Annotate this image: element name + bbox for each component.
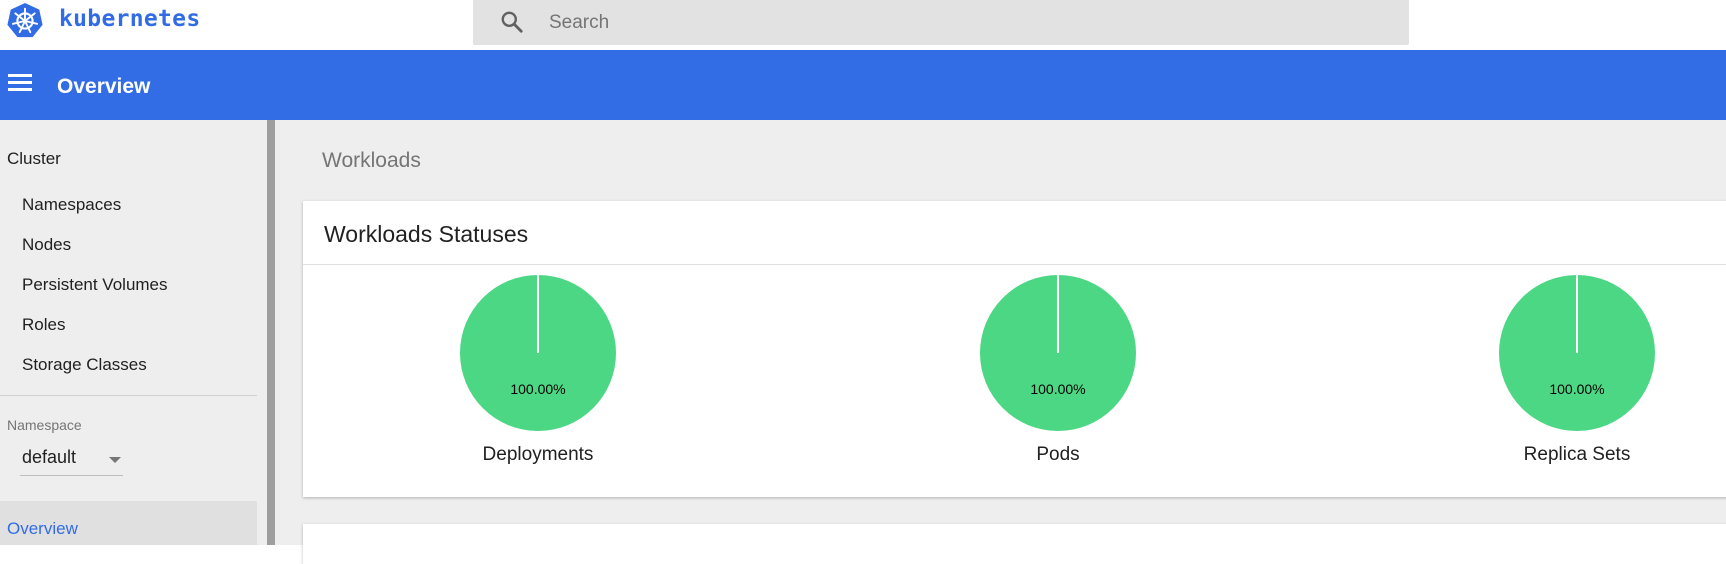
sidebar-item-nodes[interactable]: Nodes: [22, 235, 71, 255]
page-title: Overview: [57, 75, 151, 98]
deployments-pie-svg: [460, 275, 616, 431]
replica-sets-pie-svg: [1499, 275, 1655, 431]
hamburger-menu-icon[interactable]: [8, 74, 32, 92]
page-toolbar: Overview: [0, 50, 1726, 120]
sidebar-item-namespaces[interactable]: Namespaces: [22, 195, 121, 215]
workloads-section-title: Workloads: [322, 149, 421, 172]
sidebar-item-roles[interactable]: Roles: [22, 315, 65, 335]
search-input[interactable]: [549, 0, 1369, 45]
sidebar: Cluster Namespaces Nodes Persistent Volu…: [0, 120, 267, 545]
namespace-label: Namespace: [7, 417, 82, 433]
pods-pie-svg: [980, 275, 1136, 431]
brand-name[interactable]: kubernetes: [59, 6, 200, 32]
sidebar-section-cluster[interactable]: Cluster: [7, 149, 61, 169]
search-icon[interactable]: [499, 9, 525, 35]
card-title: Workloads Statuses: [324, 221, 529, 247]
workloads-statuses-card: Workloads Statuses 100.00% Deployments 1…: [303, 201, 1726, 497]
sidebar-item-persistent-volumes[interactable]: Persistent Volumes: [22, 275, 168, 295]
dropdown-arrow-icon[interactable]: [109, 457, 121, 463]
next-card: [303, 524, 1726, 564]
sidebar-scrollbar[interactable]: [267, 120, 275, 545]
namespace-select[interactable]: default: [20, 445, 123, 476]
sidebar-item-storage-classes[interactable]: Storage Classes: [22, 355, 147, 375]
namespace-value: default: [22, 447, 77, 467]
search-bar[interactable]: [473, 0, 1409, 45]
card-divider: [303, 264, 1726, 265]
sidebar-item-overview[interactable]: Overview: [0, 501, 257, 545]
pods-percent-label: 100.00%: [1030, 381, 1086, 397]
pods-pie-chart: 100.00% Pods: [958, 273, 1158, 473]
replica-sets-pie-chart: 100.00% Replica Sets: [1477, 273, 1677, 473]
deployments-pie-chart: 100.00% Deployments: [438, 273, 638, 473]
replica-sets-percent-label: 100.00%: [1549, 381, 1605, 397]
main-content: Workloads Workloads Statuses 100.00% Dep…: [275, 120, 1726, 564]
sidebar-item-overview-label: Overview: [7, 519, 78, 538]
deployments-chart-label: Deployments: [482, 444, 594, 465]
deployments-percent-label: 100.00%: [510, 381, 566, 397]
kubernetes-logo-icon[interactable]: [6, 2, 44, 40]
replica-sets-chart-label: Replica Sets: [1523, 444, 1631, 465]
sidebar-divider: [0, 395, 257, 396]
pods-chart-label: Pods: [1036, 444, 1080, 465]
top-bar: kubernetes: [0, 0, 1726, 50]
